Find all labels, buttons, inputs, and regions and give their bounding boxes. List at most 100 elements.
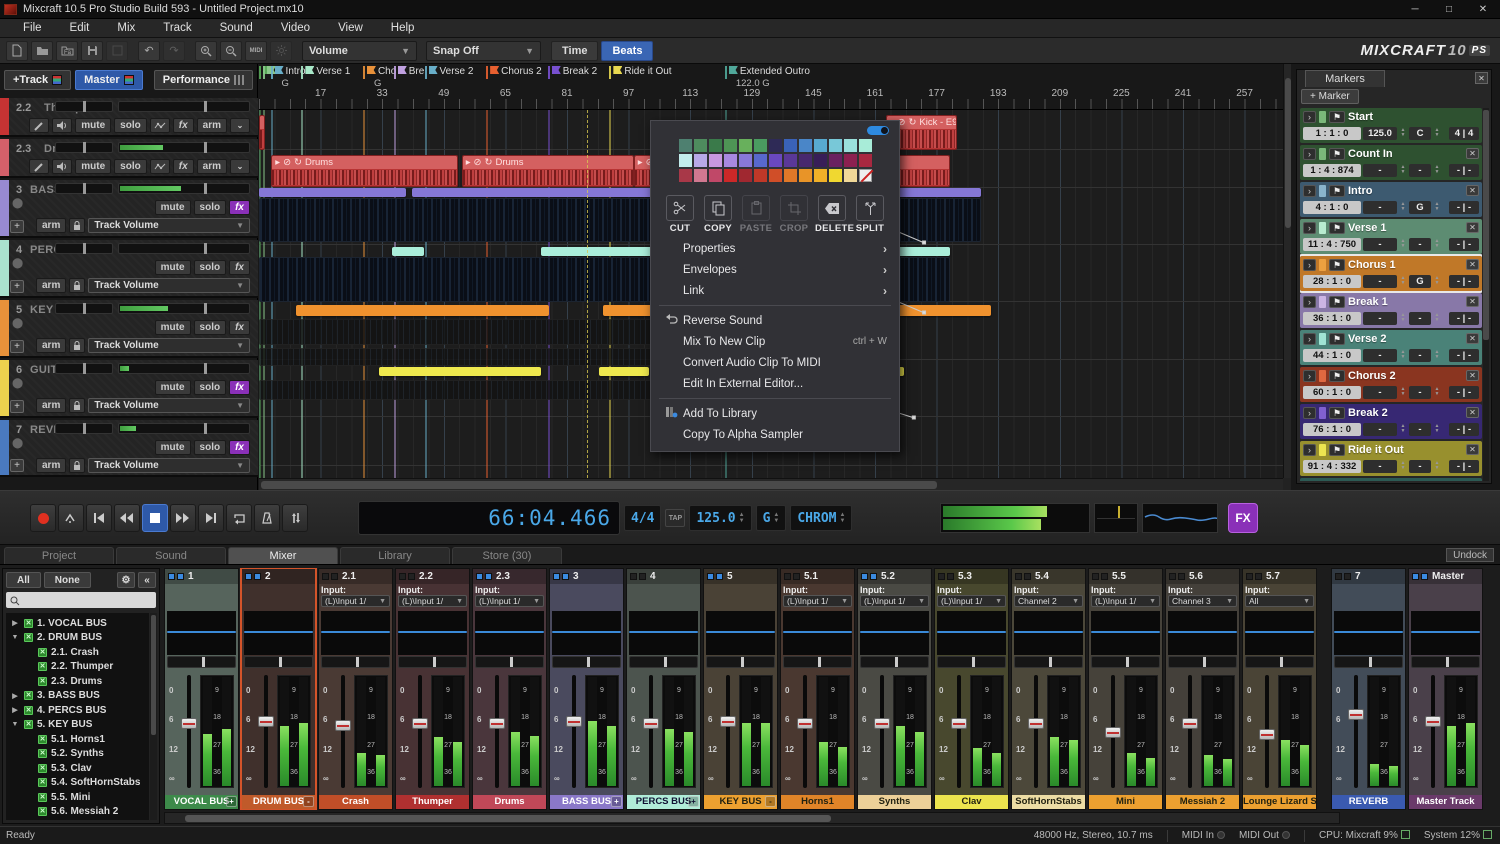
marker-tempo[interactable]: 125.0	[1363, 127, 1397, 140]
arm-button[interactable]: arm	[36, 338, 66, 353]
lock-icon[interactable]	[69, 338, 85, 353]
expand-arrow-icon[interactable]: ▼	[10, 721, 20, 728]
automation-button[interactable]	[282, 504, 308, 532]
marker-position[interactable]: 4 : 1 : 0	[1303, 201, 1361, 214]
marker-tempo[interactable]: -	[1363, 275, 1397, 288]
cut-button[interactable]: CUT	[663, 195, 697, 234]
add-subtrack-button[interactable]: +	[10, 340, 24, 353]
tab-store-30-[interactable]: Store (30)	[452, 547, 562, 564]
channel-name[interactable]: DRUM BUS-	[242, 795, 315, 809]
tree-item-5-3-clav[interactable]: ✕5.3. Clav	[6, 761, 149, 776]
menu-item-mix-to-new-clip[interactable]: Mix To New Clipctrl + W	[651, 331, 899, 352]
channel-name[interactable]: BASS BUS+	[550, 795, 623, 809]
channel-eq-display[interactable]	[244, 611, 313, 655]
marker-expand-button[interactable]: ›	[1303, 444, 1316, 456]
color-swatch[interactable]	[814, 154, 827, 167]
fader-handle[interactable]	[335, 720, 351, 731]
minimize-button[interactable]: ─	[1398, 0, 1432, 19]
channel-fader[interactable]	[187, 675, 191, 788]
marker-flag-chorus-2[interactable]: Chorus 2	[486, 66, 542, 80]
marker-tempo[interactable]: -	[1363, 164, 1397, 177]
midi-button[interactable]: MIDI	[245, 41, 267, 61]
channel-pan-slider[interactable]	[1014, 656, 1083, 668]
track-pan-slider[interactable]	[55, 303, 113, 314]
maximize-button[interactable]: □	[1432, 0, 1466, 19]
color-swatch[interactable]	[829, 169, 842, 182]
track-checkbox[interactable]: ✕	[38, 807, 47, 816]
marker-expand-button[interactable]: ›	[1303, 296, 1316, 308]
track-drums[interactable]: 2.3Drumsmutesolofxarm⌄	[0, 139, 258, 178]
color-swatch[interactable]	[724, 154, 737, 167]
marker-flag-icon[interactable]: ⚑	[1329, 148, 1345, 160]
marker-key[interactable]: G	[1409, 275, 1431, 288]
input-select[interactable]: Channel 3▼	[1168, 595, 1237, 607]
marker-position[interactable]: 44 : 1 : 0	[1303, 349, 1361, 362]
menu-item-link[interactable]: Link›	[651, 280, 899, 301]
input-select[interactable]: (L)\Input 1/▼	[937, 595, 1006, 607]
tree-item-2-2-thumper[interactable]: ✕2.2. Thumper	[6, 660, 149, 675]
fader-handle[interactable]	[1259, 729, 1275, 740]
mute-button[interactable]: mute	[75, 118, 111, 133]
channel-pan-slider[interactable]	[552, 656, 621, 668]
color-swatch[interactable]	[709, 169, 722, 182]
channel-eq-display[interactable]	[629, 611, 698, 655]
marker-flag-icon[interactable]: ⚑	[1329, 407, 1345, 419]
track-checkbox[interactable]: ✕	[24, 633, 33, 642]
marker-expand-button[interactable]: ›	[1303, 185, 1316, 197]
color-swatch[interactable]	[679, 139, 692, 152]
mixer-settings-gear-icon[interactable]: ⚙	[117, 572, 135, 588]
tree-item-3-bass-bus[interactable]: ▶✕3. BASS BUS	[6, 689, 149, 704]
marker-expand-button[interactable]: ›	[1303, 333, 1316, 345]
color-swatch[interactable]	[739, 139, 752, 152]
track-volume-slider[interactable]	[118, 183, 250, 194]
marker-color-chip[interactable]	[1319, 407, 1326, 419]
fader-handle[interactable]	[1348, 709, 1364, 720]
select-all-button[interactable]: All	[6, 572, 41, 588]
marker-delete-icon[interactable]: ✕	[1466, 259, 1479, 270]
channel-eq-display[interactable]	[552, 611, 621, 655]
mute-button[interactable]: mute	[155, 260, 191, 275]
mute-button[interactable]: mute	[155, 380, 191, 395]
channel-name[interactable]: Master Track	[1409, 795, 1482, 809]
tree-item-5-5-mini[interactable]: ✕5.5. Mini	[6, 790, 149, 805]
channel-fader[interactable]	[1034, 675, 1038, 788]
marker-flag-extended-outro[interactable]: Extended Outro122.0 G	[725, 66, 810, 80]
channel-pan-slider[interactable]	[475, 656, 544, 668]
channel-pan-slider[interactable]	[398, 656, 467, 668]
track-automation-dropdown[interactable]: Track Volume▼	[88, 218, 250, 233]
solo-button[interactable]: solo	[194, 440, 227, 455]
marker-tempo[interactable]: -	[1363, 386, 1397, 399]
channel-eq-display[interactable]	[1245, 611, 1314, 655]
automation-type-dropdown[interactable]: Volume▼	[302, 41, 417, 61]
channel-pan-slider[interactable]	[1168, 656, 1237, 668]
solo-button[interactable]: solo	[194, 260, 227, 275]
menu-file[interactable]: File	[10, 20, 55, 36]
solo-button[interactable]: solo	[114, 118, 147, 133]
track-checkbox[interactable]: ✕	[38, 735, 47, 744]
close-button[interactable]: ✕	[1466, 0, 1500, 19]
track-volume-slider[interactable]	[118, 142, 250, 153]
input-select[interactable]: Channel 2▼	[1014, 595, 1083, 607]
channel-fader[interactable]	[1111, 675, 1115, 788]
fader-handle[interactable]	[1425, 716, 1441, 727]
channel-strip-5.1[interactable]: 5.1Input:(L)\Input 1/▼0612∞9182736Horns1	[780, 568, 855, 810]
channel-pan-slider[interactable]	[1411, 656, 1480, 668]
draw-tool-icon[interactable]	[29, 159, 49, 174]
fader-handle[interactable]	[797, 718, 813, 729]
channel-strip-2.3[interactable]: 2.3Input:(L)\Input 1/▼0612∞9182736Drums	[472, 568, 547, 810]
marker-time-signature[interactable]: 4 | 4	[1449, 127, 1479, 140]
mixer-horizontal-scrollbar[interactable]	[164, 812, 1340, 824]
solo-button[interactable]: solo	[194, 380, 227, 395]
marker-time-signature[interactable]: - | -	[1449, 460, 1479, 473]
marker-delete-icon[interactable]: ✕	[1466, 296, 1479, 307]
channel-strip-5[interactable]: 50612∞9182736KEY BUS-	[703, 568, 778, 810]
mute-button[interactable]: mute	[155, 320, 191, 335]
marker-expand-button[interactable]: ›	[1303, 370, 1316, 382]
marker-color-chip[interactable]	[1319, 296, 1326, 308]
tree-item-5-6-messiah-2[interactable]: ✕5.6. Messiah 2	[6, 805, 149, 820]
marker-position[interactable]: 28 : 1 : 0	[1303, 275, 1361, 288]
menu-item-reverse-sound[interactable]: Reverse Sound	[651, 310, 899, 331]
performance-button[interactable]: Performance	[154, 70, 253, 90]
menu-item-properties[interactable]: Properties›	[651, 238, 899, 259]
stop-button[interactable]	[142, 504, 168, 532]
